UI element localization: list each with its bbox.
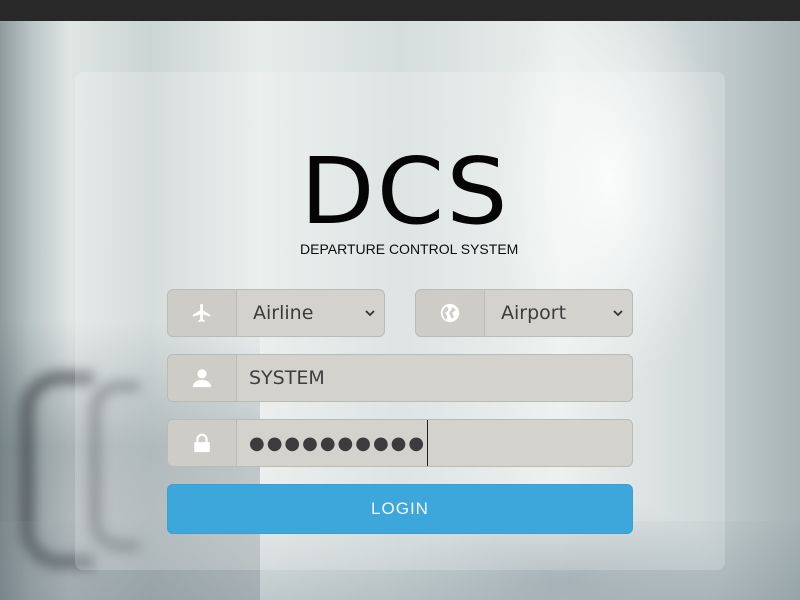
logo: DCS DEPARTURE CONTROL SYSTEM [300,140,518,258]
airplane-icon [192,303,211,323]
text-cursor [427,420,429,466]
chevron-down-icon [613,310,623,317]
airline-field: Airline [167,289,385,337]
password-value: ●●●●●●●●●● [249,432,427,454]
password-addon [168,420,237,466]
airport-field: Airport [415,289,633,337]
top-bar [0,0,800,21]
username-addon [168,355,237,401]
username-field: SYSTEM [167,354,633,402]
password-field: ●●●●●●●●●● [167,419,633,467]
lock-icon [194,433,210,453]
airline-addon [168,290,237,336]
username-input[interactable]: SYSTEM [237,355,632,401]
airport-select[interactable]: Airport [485,290,632,336]
airline-select[interactable]: Airline [237,290,384,336]
chevron-down-icon [365,310,375,317]
airport-select-value: Airport [501,302,567,324]
username-value: SYSTEM [249,367,325,389]
password-input[interactable]: ●●●●●●●●●● [237,420,632,466]
logo-title: DCS [300,138,510,245]
airport-addon [416,290,485,336]
login-button[interactable]: LOGIN [167,484,633,534]
globe-icon [440,303,460,323]
user-icon [192,369,212,388]
airline-select-value: Airline [253,302,314,324]
